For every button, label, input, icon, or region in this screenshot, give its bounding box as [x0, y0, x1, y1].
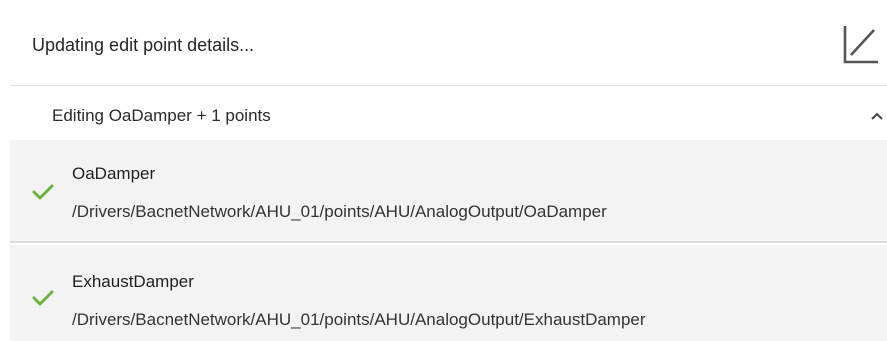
panel-title: Updating edit point details... [32, 35, 255, 55]
section-toggle[interactable]: Editing OaDamper + 1 points [10, 86, 887, 140]
point-path: /Drivers/BacnetNetwork/AHU_01/points/AHU… [72, 310, 646, 329]
point-list-item: ExhaustDamper /Drivers/BacnetNetwork/AHU… [10, 245, 887, 341]
checkmark-icon [32, 289, 54, 307]
panel-header: Updating edit point details... [10, 0, 887, 86]
point-name: OaDamper [72, 164, 156, 183]
section-title: Editing OaDamper + 1 points [52, 106, 271, 125]
checkmark-icon [32, 183, 54, 201]
edit-points-panel: Updating edit point details... Editing O… [10, 0, 887, 341]
chevron-up-icon[interactable] [870, 108, 884, 120]
point-list-item: OaDamper /Drivers/BacnetNetwork/AHU_01/p… [10, 140, 887, 243]
expand-icon[interactable] [840, 22, 880, 66]
point-name: ExhaustDamper [72, 272, 194, 291]
point-path: /Drivers/BacnetNetwork/AHU_01/points/AHU… [72, 202, 607, 221]
